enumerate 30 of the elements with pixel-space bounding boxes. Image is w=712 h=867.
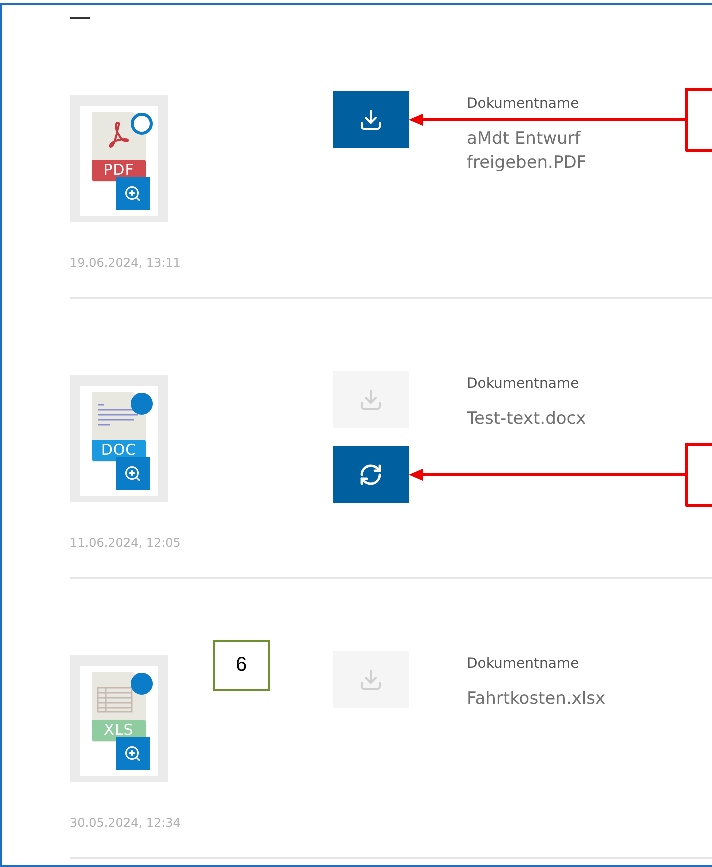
document-name: aMdt Entwurf freigeben.PDF	[467, 128, 588, 175]
file-thumbnail[interactable]: XLS	[70, 655, 168, 782]
document-date: 30.05.2024, 12:34	[70, 815, 181, 831]
acrobat-logo-icon	[108, 121, 130, 149]
file-thumbnail[interactable]: DOC	[70, 375, 168, 502]
document-name: Fahrtkosten.xlsx	[467, 688, 607, 711]
annotation-number: 6	[213, 640, 270, 691]
download-icon	[359, 388, 383, 412]
file-thumbnail[interactable]: PDF	[70, 95, 168, 222]
spreadsheet-grid-icon	[97, 687, 133, 713]
download-button[interactable]	[333, 91, 409, 148]
field-label: Dokumentname	[467, 655, 580, 673]
selection-circle[interactable]	[131, 393, 153, 415]
download-icon	[359, 668, 383, 692]
download-icon	[359, 108, 383, 132]
refresh-icon	[359, 462, 383, 486]
field-label: Dokumentname	[467, 95, 580, 113]
zoom-in-icon	[124, 744, 142, 762]
zoom-in-icon	[124, 184, 142, 202]
zoom-button[interactable]	[116, 737, 150, 770]
zoom-in-icon	[124, 464, 142, 482]
refresh-button[interactable]	[333, 446, 409, 503]
document-date: 11.06.2024, 12:05	[70, 535, 181, 551]
zoom-button[interactable]	[116, 457, 150, 490]
selection-circle[interactable]	[131, 673, 153, 695]
document-name: Test-text.docx	[467, 408, 588, 431]
field-label: Dokumentname	[467, 375, 580, 393]
selection-circle[interactable]	[131, 113, 153, 135]
document-date: 19.06.2024, 13:11	[70, 255, 181, 271]
zoom-button[interactable]	[116, 177, 150, 210]
